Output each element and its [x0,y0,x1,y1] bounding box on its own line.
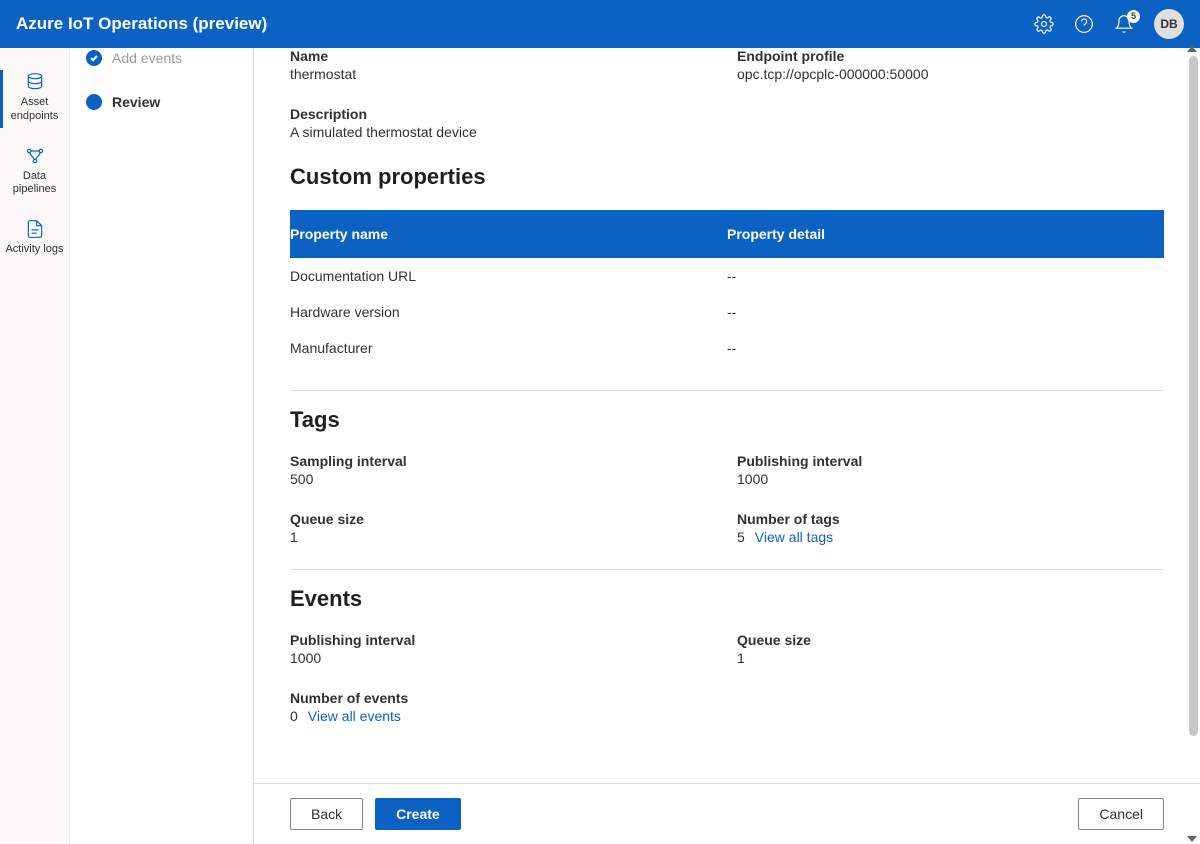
rail-item-label: Data pipelines [4,170,65,198]
events-number-label: Number of events [290,690,1164,706]
rail-item-label: Asset endpoints [4,96,65,124]
tags-publishing-value: 1000 [737,471,1164,487]
database-icon [25,72,45,92]
endpoint-value: opc.tcp://opcplc-000000:50000 [737,66,1164,82]
prop-detail: -- [727,304,1164,320]
review-content: Name thermostat Endpoint profile opc.tcp… [254,48,1200,783]
table-row: Hardware version -- [290,294,1164,330]
events-queue-value: 1 [737,650,1164,666]
tags-title: Tags [290,407,1164,433]
prop-name: Documentation URL [290,268,727,284]
col-detail: Property detail [727,226,1164,242]
step-add-events[interactable]: Add events [86,50,237,80]
events-publishing-value: 1000 [290,650,717,666]
table-row: Manufacturer -- [290,330,1164,366]
prop-name: Hardware version [290,304,727,320]
divider [290,390,1164,391]
table-header: Property name Property detail [290,210,1164,258]
step-label: Add events [112,50,182,66]
prop-name: Manufacturer [290,340,727,356]
description-value: A simulated thermostat device [290,124,1164,140]
gear-icon [1034,14,1054,34]
prop-detail: -- [727,340,1164,356]
endpoint-label: Endpoint profile [737,48,1164,64]
col-name: Property name [290,226,727,242]
rail-activity-logs[interactable]: Activity logs [0,209,69,269]
settings-button[interactable] [1034,14,1054,34]
step-label: Review [112,94,160,110]
custom-props-table: Property name Property detail Documentat… [290,210,1164,366]
wizard-steps: Add events Review [70,48,254,844]
tags-publishing-label: Publishing interval [737,453,1164,469]
pipeline-icon [25,146,45,166]
events-number-value: 0 [290,708,298,724]
notification-badge: 5 [1127,10,1140,23]
create-button[interactable]: Create [375,798,461,830]
sampling-value: 500 [290,471,717,487]
description-label: Description [290,106,1164,122]
events-publishing-label: Publishing interval [290,632,717,648]
rail-item-label: Activity logs [5,243,63,257]
rail-data-pipelines[interactable]: Data pipelines [0,136,69,210]
check-circle-icon [86,50,102,66]
step-review[interactable]: Review [86,80,237,124]
log-icon [25,219,45,239]
sampling-label: Sampling interval [290,453,717,469]
tags-queue-value: 1 [290,529,717,545]
events-queue-label: Queue size [737,632,1164,648]
rail-asset-endpoints[interactable]: Asset endpoints [0,62,69,136]
header-actions: 5 DB [1034,9,1184,39]
table-row: Documentation URL -- [290,258,1164,294]
custom-props-title: Custom properties [290,164,1164,190]
app-title: Azure IoT Operations (preview) [16,14,1034,34]
name-value: thermostat [290,66,717,82]
view-all-tags-link[interactable]: View all tags [755,529,833,545]
wizard-footer: Back Create Cancel [254,783,1200,844]
name-label: Name [290,48,717,64]
step-current-icon [86,94,102,110]
top-header: Azure IoT Operations (preview) 5 DB [0,0,1200,48]
cancel-button[interactable]: Cancel [1078,798,1164,830]
help-icon [1074,14,1094,34]
view-all-events-link[interactable]: View all events [308,708,401,724]
notifications-button[interactable]: 5 [1114,14,1134,34]
divider [290,569,1164,570]
help-button[interactable] [1074,14,1094,34]
tags-queue-label: Queue size [290,511,717,527]
tags-number-value: 5 [737,529,745,545]
left-rail: Asset endpoints Data pipelines Activity … [0,48,70,844]
tags-number-label: Number of tags [737,511,1164,527]
events-title: Events [290,586,1164,612]
prop-detail: -- [727,268,1164,284]
avatar[interactable]: DB [1154,9,1184,39]
back-button[interactable]: Back [290,798,363,830]
